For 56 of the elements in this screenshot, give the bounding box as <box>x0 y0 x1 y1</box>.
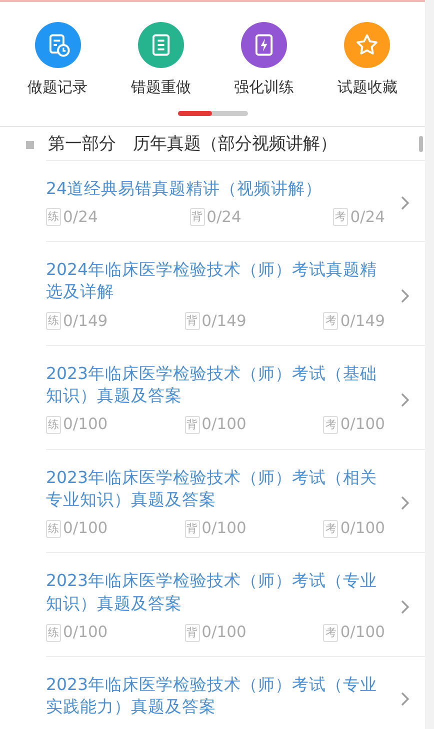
scrollbar <box>419 136 423 152</box>
mode-tag: 背 <box>190 208 205 226</box>
progress-count: 0/100 <box>63 622 108 643</box>
mode-tag: 背 <box>184 416 200 434</box>
item-title: 2023年临床医学检验技术（师）考试（相关专业知识）真题及答案 <box>46 466 378 511</box>
mode-tag: 背 <box>184 312 200 330</box>
progress-count: 0/149 <box>340 310 385 332</box>
mode-tag: 练 <box>46 624 61 642</box>
progress-count: 0/100 <box>202 518 246 540</box>
progress-count: 0/100 <box>202 622 246 643</box>
chevron-icon <box>399 195 411 212</box>
chevron-icon <box>399 495 411 512</box>
progress-count: 0/100 <box>63 414 108 436</box>
shortcut-button[interactable]: 做题记录 <box>8 22 108 98</box>
mode-tag: 考 <box>323 416 338 434</box>
page-indicator <box>178 110 248 116</box>
progress-count: 0/24 <box>63 206 98 228</box>
progress-count: 0/100 <box>202 414 246 436</box>
progress-count: 0/24 <box>350 206 385 228</box>
shortcut-button[interactable]: 试题收藏 <box>317 22 418 98</box>
mode-tag: 练 <box>46 416 61 434</box>
mode-tag: 练 <box>46 520 61 538</box>
item-title: 2023年临床医学检验技术（师）考试（专业实践能力）真题及答案 <box>46 674 378 718</box>
bullet-icon <box>26 141 34 149</box>
chevron-icon <box>399 691 411 708</box>
mode-tag: 考 <box>323 520 338 538</box>
chevron-icon <box>399 288 411 304</box>
exam-item[interactable]: 2023年临床医学检验技术（师）考试（相关专业知识）真题及答案 练 0/100 背 0/100 考 0/100 <box>46 448 425 552</box>
mode-tag: 背 <box>184 520 200 538</box>
progress-count: 0/100 <box>63 518 108 540</box>
exam-item[interactable]: 2024年临床医学检验技术（师）考试真题精选及详解 练 0/149 背 0/149 考 0/149 <box>46 241 425 345</box>
mode-tag: 考 <box>323 624 338 642</box>
exam-item[interactable]: 24道经典易错真题精讲（视频讲解） 练 0/24 背 0/24 考 0/24 <box>46 160 425 242</box>
exam-item[interactable]: 2023年临床医学检验技术（师）考试（专业知识）真题及答案 练 0/100 背 0/100 考 0/100 <box>46 552 425 656</box>
mode-tag: 练 <box>46 312 61 330</box>
shortcut-button[interactable]: 强化训练 <box>214 22 314 98</box>
item-title: 2023年临床医学检验技术（师）考试（基础知识）真题及答案 <box>46 362 378 408</box>
item-title: 2024年临床医学检验技术（师）考试真题精选及详解 <box>46 259 378 304</box>
exam-item[interactable]: 2023年临床医学检验技术（师）考试（专业实践能力）真题及答案 <box>46 656 425 729</box>
chevron-icon <box>399 392 411 408</box>
mode-tag: 考 <box>323 312 338 330</box>
progress-count: 0/149 <box>202 310 246 332</box>
mode-tag: 练 <box>46 208 61 226</box>
mode-tag: 背 <box>184 624 200 642</box>
progress-count: 0/100 <box>340 414 385 436</box>
chevron-icon <box>399 599 411 616</box>
item-title: 2023年临床医学检验技术（师）考试（专业知识）真题及答案 <box>46 570 378 615</box>
exam-item[interactable]: 2023年临床医学检验技术（师）考试（基础知识）真题及答案 练 0/100 背 0/100 考 0/100 <box>46 344 425 449</box>
progress-count: 0/100 <box>340 622 385 643</box>
item-title: 24道经典易错真题精讲（视频讲解） <box>46 178 323 200</box>
progress-count: 0/24 <box>206 206 242 228</box>
shortcut-button[interactable]: 错题重做 <box>110 22 211 98</box>
progress-count: 0/149 <box>63 310 108 332</box>
section-title: 第一部分 历年真题（部分视频讲解） <box>48 133 337 156</box>
progress-count: 0/100 <box>340 518 385 540</box>
mode-tag: 考 <box>333 208 348 226</box>
